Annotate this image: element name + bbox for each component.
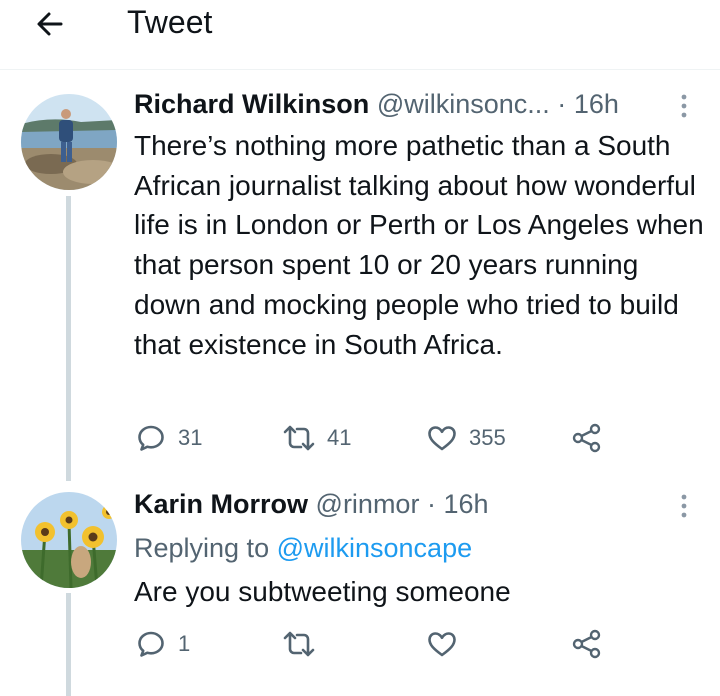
heart-icon <box>428 426 456 451</box>
avatar[interactable] <box>21 94 117 190</box>
thread-line <box>66 593 71 696</box>
thread-line <box>66 196 71 481</box>
heart-icon <box>428 632 456 657</box>
share-icon <box>572 629 601 659</box>
reply-button[interactable]: 1 <box>136 629 190 659</box>
share-icon <box>572 423 601 453</box>
avatar-photo <box>21 492 117 588</box>
retweet-icon <box>283 425 315 451</box>
avatar[interactable] <box>21 492 117 588</box>
tweet-text: There’s nothing more pathetic than a Sou… <box>134 130 704 360</box>
share-button[interactable] <box>571 629 603 659</box>
author-handle[interactable]: @rinmor <box>316 489 420 519</box>
mention-link[interactable]: @wilkinsoncape <box>277 533 473 563</box>
top-bar: Tweet <box>0 0 720 70</box>
more-vertical-icon <box>681 94 687 118</box>
replying-to-label: Replying to <box>134 533 270 563</box>
author-name[interactable]: Richard Wilkinson <box>134 89 369 119</box>
back-button[interactable] <box>30 6 70 42</box>
tweet-text: Are you subtweeting someone <box>134 576 511 607</box>
separator: · <box>426 489 436 519</box>
page-title: Tweet <box>127 4 213 40</box>
retweet-button[interactable] <box>283 629 315 659</box>
reply-count: 31 <box>178 425 203 450</box>
reply-button[interactable]: 31 <box>136 423 202 453</box>
retweet-count: 41 <box>327 425 352 450</box>
reply-count: 1 <box>178 631 191 656</box>
more-vertical-icon <box>681 494 687 518</box>
more-options-button[interactable] <box>677 92 691 120</box>
avatar-photo <box>21 94 117 190</box>
timestamp[interactable]: 16h <box>443 489 488 519</box>
arrow-left-icon <box>37 12 63 36</box>
retweet-button[interactable]: 41 <box>283 423 351 453</box>
like-button[interactable] <box>427 630 457 658</box>
author-name[interactable]: Karin Morrow <box>134 489 308 519</box>
replying-to-line: Replying to @wilkinsoncape <box>134 530 472 566</box>
separator: · <box>557 89 567 119</box>
share-button[interactable] <box>571 423 603 453</box>
like-count: 355 <box>469 425 506 450</box>
more-options-button[interactable] <box>677 492 691 520</box>
reply-icon <box>138 425 164 451</box>
retweet-icon <box>283 631 315 657</box>
tweet-header: Karin Morrow @rinmor · 16h <box>134 486 489 522</box>
reply-icon <box>138 631 164 657</box>
timestamp[interactable]: 16h <box>574 89 619 119</box>
author-handle[interactable]: @wilkinsonc... <box>377 89 550 119</box>
tweet-header: Richard Wilkinson @wilkinsonc... · 16h <box>134 86 619 122</box>
like-button[interactable]: 355 <box>427 424 506 452</box>
